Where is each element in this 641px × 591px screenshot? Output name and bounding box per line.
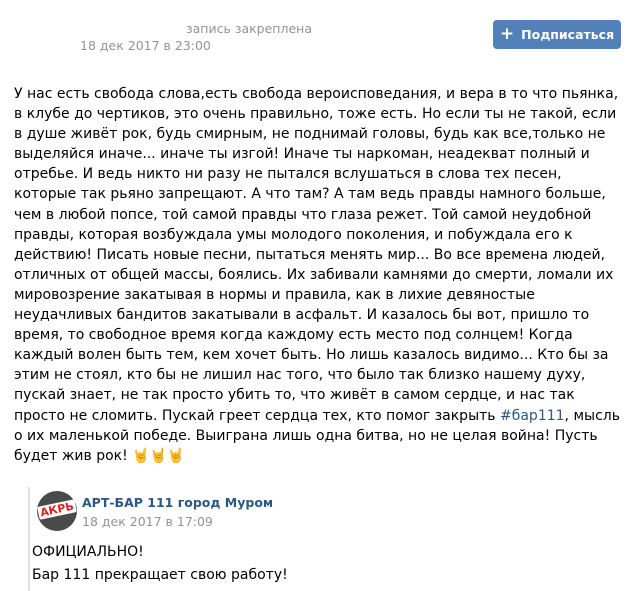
pinned-label: запись закреплена [186, 21, 312, 36]
repost-text-line: Бар 111 прекращает свою работу! [32, 567, 288, 583]
rock-hand-emoji-icon: 🤘🤘🤘 [132, 447, 185, 464]
subscribe-label: Подписаться [521, 27, 615, 42]
subscribe-button[interactable]: + Подписаться [493, 20, 621, 49]
plus-icon: + [499, 24, 515, 44]
post-header: запись закреплена 18 дек 2017 в 23:00 + … [0, 0, 641, 70]
repost-text-line: ОФИЦИАЛЬНО! [32, 544, 144, 560]
repost: АКРЬ АРТ-БАР 111 город Муром 18 дек 2017… [28, 487, 626, 591]
repost-date-text: 18 дек 2017 в 17:09 [82, 514, 213, 529]
post-date[interactable]: 18 дек 2017 в 23:00 [80, 38, 211, 53]
avatar-logo: АКРЬ [37, 499, 77, 520]
hashtag-link[interactable]: #бар111 [500, 408, 565, 424]
wall-post: запись закреплена 18 дек 2017 в 23:00 + … [0, 0, 641, 591]
repost-author[interactable]: АРТ-БАР 111 город Муром [82, 495, 273, 510]
repost-date[interactable]: 18 дек 2017 в 17:09 [82, 514, 218, 529]
avatar[interactable]: АКРЬ [37, 491, 77, 531]
post-text: У нас есть свобода слова,есть свобода ве… [14, 84, 626, 466]
post-text-main: У нас есть свобода слова,есть свобода ве… [14, 86, 619, 424]
